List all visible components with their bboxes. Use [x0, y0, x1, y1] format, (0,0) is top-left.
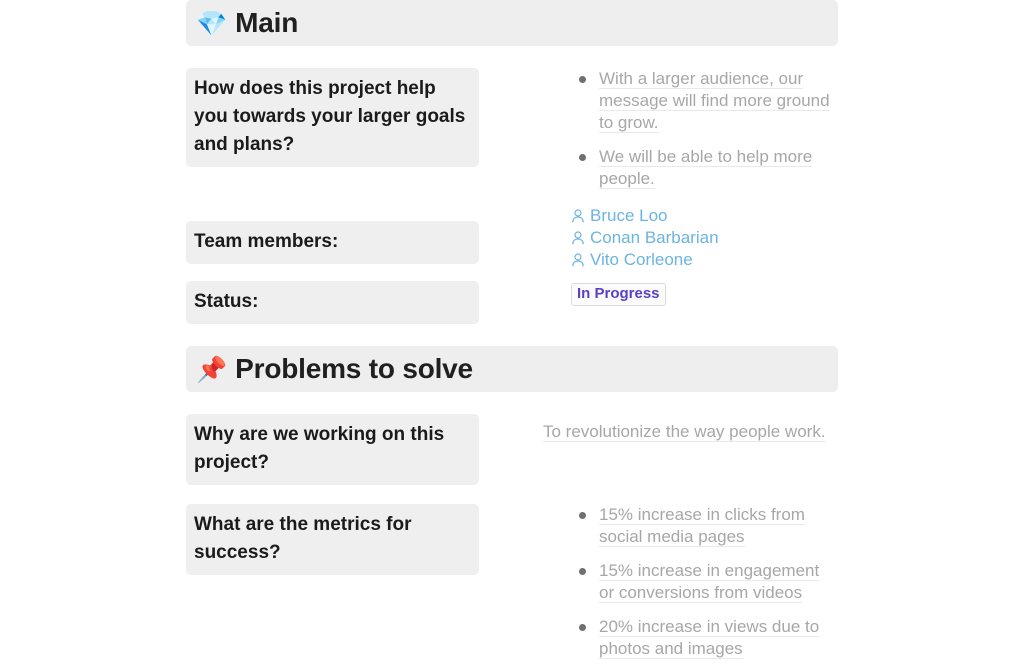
bullet-text: 15% increase in engagement or conversion… [599, 561, 820, 603]
question-cell: Status: [186, 281, 479, 324]
answer-bullet-list: 15% increase in clicks from social media… [571, 504, 838, 660]
answer-cell[interactable]: In Progress [479, 281, 838, 306]
person-icon [571, 252, 585, 268]
answer-cell[interactable]: Bruce Loo Conan Barbarian Vito Corleone [479, 205, 838, 271]
list-item[interactable]: 15% increase in clicks from social media… [571, 504, 838, 548]
question-label: What are the metrics for success? [186, 504, 479, 575]
bullet-text: 20% increase in views due to photos and … [599, 617, 820, 659]
question-cell: How does this project help you towards y… [186, 68, 479, 167]
member-name: Vito Corleone [590, 250, 693, 269]
property-row-status: Status: In Progress [186, 281, 838, 324]
list-item[interactable]: 20% increase in views due to photos and … [571, 616, 838, 660]
pushpin-icon: 📌 [196, 354, 228, 384]
section-title: Problems to solve [235, 353, 473, 384]
person-icon [571, 208, 585, 224]
property-row-metrics: What are the metrics for success? 15% in… [186, 504, 838, 672]
section-main: 💎 Main How does this project help you to… [186, 0, 838, 324]
person-icon [571, 230, 585, 246]
status-badge[interactable]: In Progress [571, 283, 666, 306]
list-item[interactable]: With a larger audience, our message will… [571, 68, 838, 134]
section-problems-to-solve: 📌 Problems to solve Why are we working o… [186, 346, 838, 672]
member-name: Conan Barbarian [590, 228, 719, 247]
bullet-text: We will be able to help more people. [599, 147, 813, 189]
property-row-why: Why are we working on this project? To r… [186, 414, 838, 485]
section-header-main: 💎 Main [186, 0, 838, 46]
section-header-problems: 📌 Problems to solve [186, 346, 838, 392]
bullet-text: With a larger audience, our message will… [599, 69, 830, 133]
document-body: 💎 Main How does this project help you to… [186, 0, 838, 672]
answer-cell[interactable]: 15% increase in clicks from social media… [479, 504, 838, 672]
member-name: Bruce Loo [590, 206, 668, 225]
list-item[interactable]: Conan Barbarian [571, 227, 838, 249]
question-cell: Why are we working on this project? [186, 414, 479, 485]
member-list: Bruce Loo Conan Barbarian Vito Corleone [571, 205, 838, 271]
gem-stone-icon: 💎 [196, 8, 228, 38]
bullet-text: 15% increase in clicks from social media… [599, 505, 805, 547]
section-title: Main [235, 7, 299, 38]
answer-text-value: To revolutionize the way people work. [543, 422, 826, 442]
list-item[interactable]: Vito Corleone [571, 249, 838, 271]
question-cell: What are the metrics for success? [186, 504, 479, 575]
list-item[interactable]: Bruce Loo [571, 205, 838, 227]
question-label: Why are we working on this project? [186, 414, 479, 485]
question-label: How does this project help you towards y… [186, 68, 479, 167]
list-item[interactable]: 15% increase in engagement or conversion… [571, 560, 838, 604]
list-item[interactable]: We will be able to help more people. [571, 146, 838, 190]
answer-bullet-list: With a larger audience, our message will… [571, 68, 838, 190]
question-cell: Team members: [186, 221, 479, 264]
answer-text: To revolutionize the way people work. [543, 421, 838, 443]
question-label: Status: [186, 281, 479, 324]
question-label: Team members: [186, 221, 479, 264]
property-row-team-members: Team members: Bruce Loo Conan Barbarian … [186, 206, 838, 271]
property-row-goals: How does this project help you towards y… [186, 68, 838, 202]
answer-cell[interactable]: With a larger audience, our message will… [479, 68, 838, 202]
answer-cell[interactable]: To revolutionize the way people work. [479, 414, 838, 443]
